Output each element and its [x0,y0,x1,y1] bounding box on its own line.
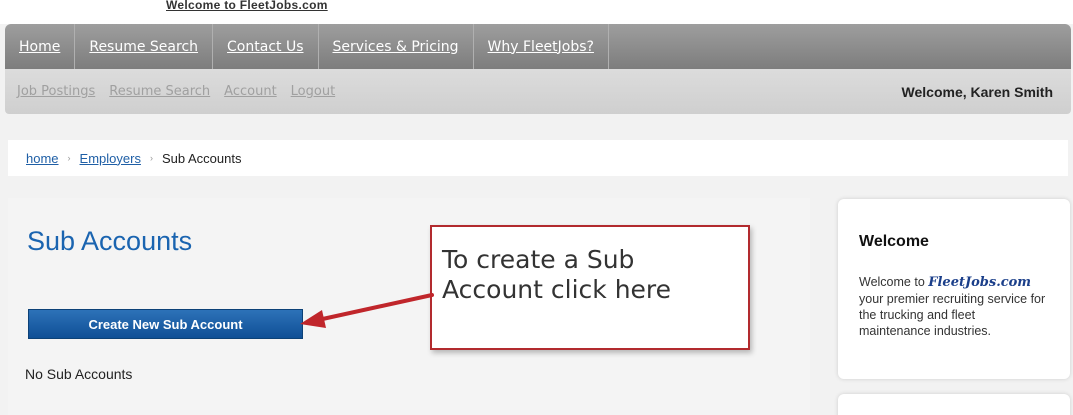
breadcrumb-current: Sub Accounts [161,150,242,166]
breadcrumb: home › Employers › Sub Accounts [8,140,1068,176]
welcome-card-prefix: Welcome to [859,275,929,289]
subnav-resume-search[interactable]: Resume Search [109,84,210,99]
sub-nav: Job Postings Resume Search Account Logou… [5,69,1071,114]
welcome-card-suffix: your premier recruiting service for the … [859,292,1046,338]
nav-home[interactable]: Home [5,24,76,69]
header-partial-text: Welcome to FleetJobs.com [166,0,328,12]
nav-why-fleetjobs[interactable]: Why FleetJobs? [474,24,609,69]
annotation-callout: To create a Sub Account click here [430,225,750,350]
page-title: Sub Accounts [27,226,193,256]
breadcrumb-employers[interactable]: Employers [80,151,141,166]
subnav-account[interactable]: Account [224,84,277,99]
welcome-user: Welcome, Karen Smith [901,84,1053,100]
secondary-card [838,394,1070,415]
annotation-arrow-icon [300,293,434,328]
breadcrumb-home[interactable]: home [26,151,59,166]
page: Welcome to FleetJobs.com Home Resume Sea… [0,0,1073,415]
empty-state-message: No Sub Accounts [25,366,133,382]
breadcrumb-separator-icon: › [67,153,71,163]
header-strip: Welcome to FleetJobs.com [0,0,1073,24]
welcome-card: Welcome Welcome to FleetJobs.com your pr… [838,199,1070,379]
nav-contact-us[interactable]: Contact Us [213,24,319,69]
subnav-job-postings[interactable]: Job Postings [17,84,95,99]
main-nav: Home Resume Search Contact Us Services &… [5,24,1071,69]
welcome-card-body: Welcome to FleetJobs.com your premier re… [859,274,1050,339]
nav-resume-search[interactable]: Resume Search [75,24,214,69]
subnav-logout[interactable]: Logout [291,84,336,99]
welcome-card-title: Welcome [859,233,929,250]
create-sub-account-button[interactable]: Create New Sub Account [28,309,303,339]
callout-text: To create a Sub Account click here [442,245,672,304]
fleetjobs-brand-logo: FleetJobs.com [928,275,1032,290]
breadcrumb-separator-icon: › [149,153,153,163]
nav-services-pricing[interactable]: Services & Pricing [319,24,474,69]
